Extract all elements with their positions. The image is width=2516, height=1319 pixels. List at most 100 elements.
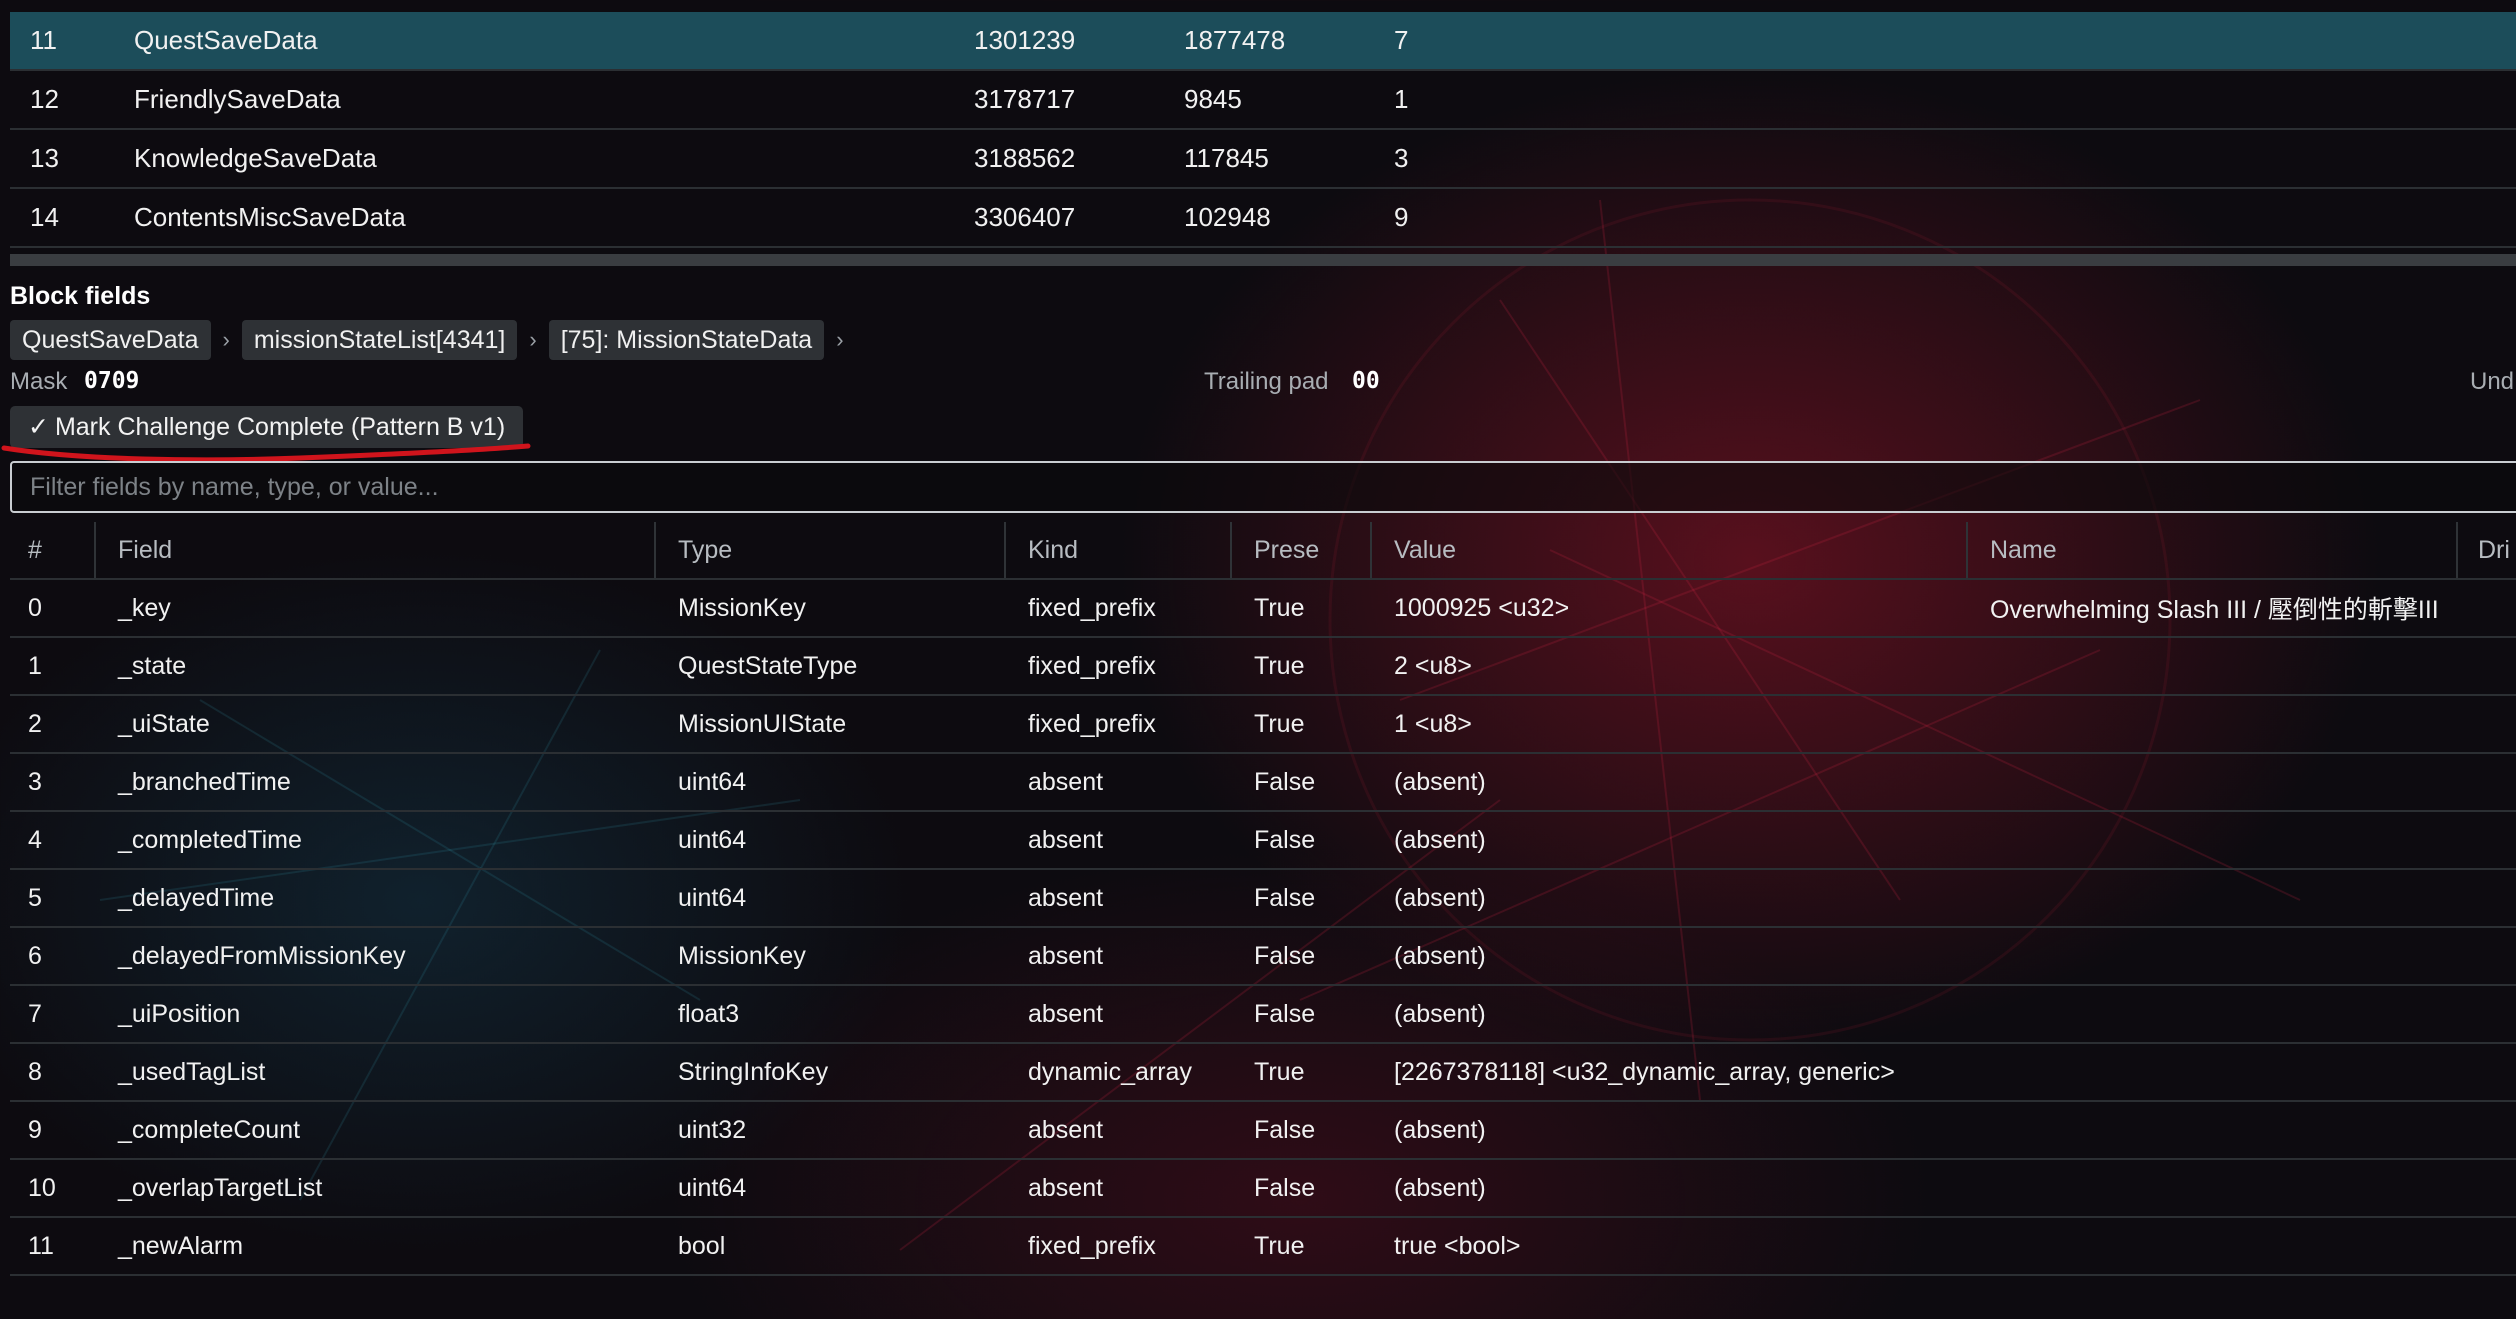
field-cell-kind: absent [1028,767,1104,796]
block-row[interactable]: 13 KnowledgeSaveData 3188562 117845 3 [10,130,2516,189]
block-cell-offset: 3178717 [974,84,1076,114]
column-header-type[interactable]: Type [656,522,1006,578]
field-cell-value: 1000925 <u32> [1394,593,1570,622]
breadcrumb-item-entry[interactable]: [75]: MissionStateData [548,320,825,360]
mask-label: Mask [10,368,68,395]
breadcrumb-item-block[interactable]: QuestSaveData [10,320,211,360]
field-cell-field: _key [118,593,171,622]
block-cell-name: QuestSaveData [134,25,318,55]
field-cell-value: true <bool> [1394,1231,1521,1260]
field-cell-kind: absent [1028,825,1104,854]
field-row[interactable]: 5 _delayedTime uint64 absent False (absent) [10,870,2516,928]
field-cell-present: True [1254,1057,1305,1086]
block-row[interactable]: 11 QuestSaveData 1301239 1877478 7 [10,12,2516,71]
field-cell-present: False [1254,1173,1316,1202]
block-cell-count: 3 [1394,143,1409,173]
field-cell-field: _uiState [118,709,210,738]
block-cell-count: 7 [1394,25,1409,55]
field-row[interactable]: 10 _overlapTargetList uint64 absent False (ab… [10,1160,2516,1218]
field-cell-field: _branchedTime [118,767,291,796]
field-cell-kind: absent [1028,999,1104,1028]
field-cell-value: (absent) [1394,825,1486,854]
field-cell-type: MissionUIState [678,709,847,738]
fields-table: # Field Type Kind Prese Value Name Dri 0… [10,522,2516,1276]
field-cell-index: 3 [28,767,42,796]
field-cell-kind: fixed_prefix [1028,1231,1156,1260]
mark-challenge-complete-label: Mark Challenge Complete (Pattern B v1) [54,412,506,441]
field-cell-present: True [1254,651,1305,680]
field-cell-kind: fixed_prefix [1028,593,1156,622]
field-cell-index: 7 [28,999,42,1028]
chevron-right-icon: › [836,327,844,352]
trailing-pad-label: Trailing pad [1204,368,1329,395]
field-cell-index: 2 [28,709,42,738]
column-header-kind[interactable]: Kind [1006,522,1232,578]
field-cell-field: _newAlarm [118,1231,244,1260]
field-row[interactable]: 8 _usedTagList StringInfoKey dynamic_array T… [10,1044,2516,1102]
field-cell-type: uint64 [678,767,747,796]
field-row[interactable]: 11 _newAlarm bool fixed_prefix True true <boo… [10,1218,2516,1276]
block-cell-offset: 1301239 [974,25,1076,55]
field-cell-index: 10 [28,1173,56,1202]
field-cell-kind: absent [1028,883,1104,912]
block-cell-name: KnowledgeSaveData [134,143,377,173]
block-cell-idx: 12 [30,84,59,114]
field-cell-value: 2 <u8> [1394,651,1472,680]
field-cell-index: 9 [28,1115,42,1144]
field-cell-index: 4 [28,825,42,854]
field-row[interactable]: 3 _branchedTime uint64 absent False (absent) [10,754,2516,812]
field-row[interactable]: 1 _state QuestStateType fixed_prefix True 2 <… [10,638,2516,696]
trailing-pad-value: 00 [1352,368,1380,394]
field-cell-type: uint64 [678,1173,747,1202]
block-cell-size: 9845 [1184,84,1242,114]
field-cell-field: _delayedTime [118,883,275,912]
field-cell-kind: absent [1028,1173,1104,1202]
block-cell-idx: 11 [30,25,57,55]
field-cell-kind: absent [1028,1115,1104,1144]
field-cell-kind: dynamic_array [1028,1057,1192,1086]
field-row[interactable]: 2 _uiState MissionUIState fixed_prefix True 1… [10,696,2516,754]
field-cell-field: _uiPosition [118,999,241,1028]
column-header-index[interactable]: # [10,522,96,578]
block-cell-name: ContentsMiscSaveData [134,202,406,232]
field-cell-value: (absent) [1394,999,1486,1028]
block-row[interactable]: 14 ContentsMiscSaveData 3306407 102948 9 [10,189,2516,248]
column-header-dri[interactable]: Dri [2458,522,2516,578]
breadcrumb: QuestSaveData › missionStateList[4341] ›… [10,320,856,360]
field-cell-type: uint64 [678,883,747,912]
field-cell-index: 5 [28,883,42,912]
block-cell-offset: 3188562 [974,143,1076,173]
column-header-name[interactable]: Name [1968,522,2458,578]
und-label: Und [2470,368,2515,395]
field-cell-field: _delayedFromMissionKey [118,941,406,970]
field-cell-field: _completeCount [118,1115,301,1144]
field-row[interactable]: 9 _completeCount uint32 absent False (absent) [10,1102,2516,1160]
block-row[interactable]: 12 FriendlySaveData 3178717 9845 1 [10,71,2516,130]
column-header-value[interactable]: Value [1372,522,1968,578]
field-row[interactable]: 4 _completedTime uint64 absent False (absent) [10,812,2516,870]
filter-fields-input[interactable] [10,461,2516,513]
block-cell-idx: 13 [30,143,59,173]
check-icon: ✓ [28,413,49,441]
column-header-present[interactable]: Prese [1232,522,1372,578]
field-cell-value: (absent) [1394,767,1486,796]
column-header-field[interactable]: Field [96,522,656,578]
field-row[interactable]: 6 _delayedFromMissionKey MissionKey absent F… [10,928,2516,986]
field-cell-value: [2267378118] <u32_dynamic_array, generic… [1394,1057,1895,1086]
field-row[interactable]: 7 _uiPosition float3 absent False (absent) [10,986,2516,1044]
block-cell-name: FriendlySaveData [134,84,341,114]
field-row[interactable]: 0 _key MissionKey fixed_prefix True 1000925 <… [10,580,2516,638]
field-cell-value: 1 <u8> [1394,709,1472,738]
field-cell-field: _overlapTargetList [118,1173,323,1202]
block-cell-count: 1 [1394,84,1409,114]
breadcrumb-item-list[interactable]: missionStateList[4341] [241,320,518,360]
field-cell-kind: fixed_prefix [1028,709,1156,738]
mask-value: 0709 [84,368,140,394]
block-fields-title: Block fields [10,282,151,310]
field-cell-present: True [1254,593,1305,622]
horizontal-scrollbar[interactable] [10,254,2516,266]
field-cell-type: QuestStateType [678,651,858,680]
block-cell-size: 117845 [1184,143,1269,173]
field-cell-kind: fixed_prefix [1028,651,1156,680]
block-cell-idx: 14 [30,202,59,232]
